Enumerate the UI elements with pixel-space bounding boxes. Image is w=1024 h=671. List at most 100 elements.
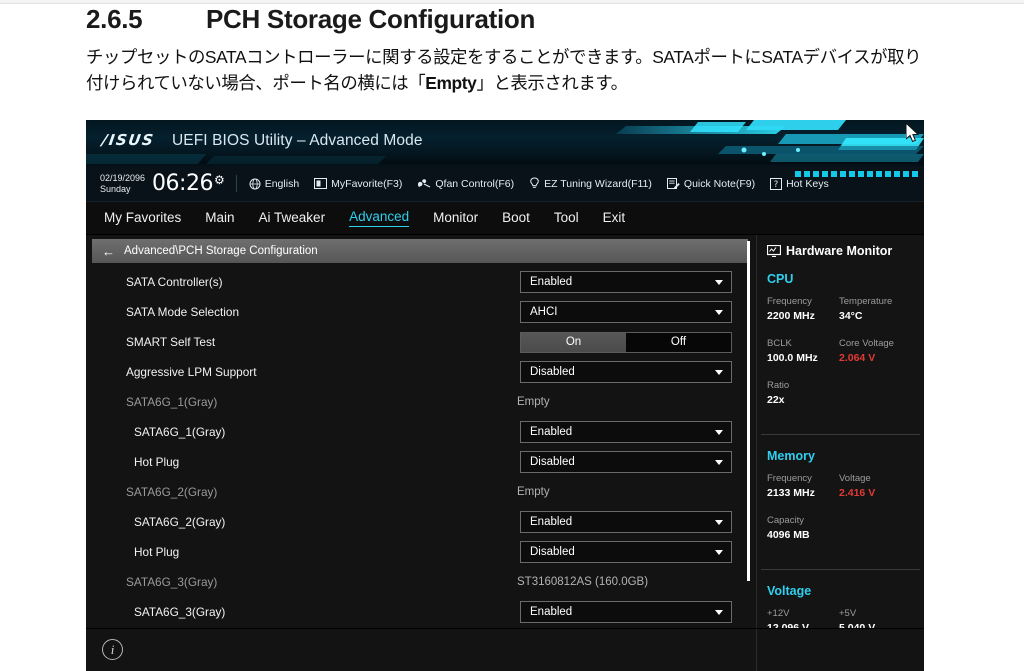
toolbar-item-qfan-control[interactable]: Qfan Control(F6) <box>417 178 514 190</box>
setting-row: SATA6G_3(Gray) Enabled <box>86 597 756 627</box>
toolbar-item-hot-keys[interactable]: ? Hot Keys <box>770 177 829 190</box>
footer-divider <box>756 629 757 671</box>
dropdown-value: Enabled <box>530 426 573 438</box>
metric-value: 4096 MB <box>767 529 810 542</box>
setting-label: Aggressive LPM Support <box>126 365 257 379</box>
setting-dropdown[interactable]: Enabled <box>520 511 732 533</box>
dropdown-value: Disabled <box>530 366 575 378</box>
setting-row: Hot Plug Disabled <box>86 447 756 477</box>
bios-toolbar: 02/19/2096 Sunday 06:26 ⚙ English MyFavo… <box>86 166 924 202</box>
toolbar-label-english: English <box>264 177 300 190</box>
toolbar-label-quick-note: Quick Note(F9) <box>683 177 756 190</box>
breadcrumb[interactable]: ← Advanced\PCH Storage Configuration <box>92 239 748 263</box>
setting-label: SATA Controller(s) <box>126 275 223 289</box>
tab-advanced[interactable]: Advanced <box>349 209 410 227</box>
setting-dropdown[interactable]: Disabled <box>520 541 732 563</box>
chevron-down-icon <box>715 519 723 525</box>
chevron-down-icon <box>715 549 723 555</box>
setting-dropdown[interactable]: Enabled <box>520 271 732 293</box>
metric-label: Frequency <box>767 296 812 307</box>
settings-list: SATA Controller(s) Enabled SATA Mode Selec… <box>86 267 756 671</box>
back-arrow-icon[interactable]: ← <box>102 245 115 258</box>
hardware-monitor-metric: Temperature 34°C <box>839 295 911 325</box>
hardware-monitor-section-title: CPU <box>767 272 794 286</box>
description-emphasis: Empty <box>425 73 477 94</box>
setting-dropdown[interactable]: Enabled <box>520 421 732 443</box>
setting-dropdown[interactable]: Disabled <box>520 361 732 383</box>
setting-label: SATA6G_2(Gray) <box>126 485 218 499</box>
tab-main[interactable]: Main <box>205 210 234 227</box>
settings-scrollbar[interactable] <box>747 241 750 581</box>
date-value: 02/19/2096 <box>100 172 146 183</box>
chevron-down-icon <box>715 459 723 465</box>
section-number: 2.6.5 <box>86 4 143 34</box>
page-root: 2.6.5 PCH Storage Configuration チップセットのS… <box>0 0 1024 671</box>
tab-tool[interactable]: Tool <box>554 210 579 227</box>
toolbar-label-myfavorite: MyFavorite(F3) <box>331 177 403 190</box>
setting-row: Aggressive LPM Support Disabled <box>86 357 756 387</box>
datetime-block: 02/19/2096 Sunday 06:26 ⚙ <box>86 171 225 196</box>
page-title: 2.6.5 PCH Storage Configuration <box>86 4 946 35</box>
setting-label: SATA6G_3(Gray) <box>126 575 218 589</box>
hardware-monitor-section: CPU Frequency 2200 MHz Temperature 34°C BCLK 1… <box>757 272 924 421</box>
metric-label: Capacity <box>767 515 804 526</box>
setting-label: SATA6G_3(Gray) <box>134 605 226 619</box>
setting-dropdown[interactable]: Enabled <box>520 601 732 623</box>
document-heading-block: 2.6.5 PCH Storage Configuration チップセットのS… <box>86 4 946 97</box>
hardware-monitor-row: BCLK 100.0 MHz Core Voltage 2.064 V <box>767 337 914 367</box>
bookmark-icon <box>314 178 328 189</box>
metric-value: 100.0 MHz <box>767 352 818 365</box>
bios-content-area: ← Advanced\PCH Storage Configuration SAT… <box>86 235 924 671</box>
hardware-monitor-metric: Core Voltage 2.064 V <box>839 337 911 367</box>
svg-text:?: ? <box>774 180 779 190</box>
metric-label: +5V <box>839 608 857 619</box>
settings-pane: ← Advanced\PCH Storage Configuration SAT… <box>86 235 756 671</box>
toggle-option-on[interactable]: On <box>521 332 626 352</box>
setting-toggle[interactable]: On Off <box>520 331 732 353</box>
tab-my-favorites[interactable]: My Favorites <box>104 210 181 227</box>
fan-icon <box>418 178 431 188</box>
hardware-monitor-row: Ratio 22x <box>767 379 914 409</box>
setting-value-text: ST3160812AS (160.0GB) <box>517 576 649 588</box>
chevron-down-icon <box>715 279 723 285</box>
tab-ai-tweaker[interactable]: Ai Tweaker <box>259 210 326 227</box>
setting-row: SATA6G_1(Gray) Empty <box>86 387 756 417</box>
mouse-cursor-icon <box>906 123 920 143</box>
hardware-monitor-sections: CPU Frequency 2200 MHz Temperature 34°C BCLK 1… <box>757 272 924 671</box>
setting-dropdown[interactable]: AHCI <box>520 301 732 323</box>
toolbar-dot-decoration <box>795 171 918 177</box>
dropdown-value: Enabled <box>530 276 573 288</box>
toolbar-label-qfan: Qfan Control(F6) <box>435 177 515 190</box>
setting-label: SATA6G_2(Gray) <box>134 515 226 529</box>
metric-label: Frequency <box>767 473 812 484</box>
globe-icon <box>249 178 261 189</box>
dropdown-value: Disabled <box>530 546 575 558</box>
info-icon[interactable]: i <box>102 639 123 660</box>
setting-dropdown[interactable]: Disabled <box>520 451 732 473</box>
bios-window: /ISUS UEFI BIOS Utility – Advanced Mode … <box>86 120 924 671</box>
toolbar-item-english[interactable]: English <box>249 178 299 190</box>
metric-label: +12V <box>767 608 790 619</box>
gear-icon[interactable]: ⚙ <box>214 173 225 187</box>
toolbar-item-quick-note[interactable]: Quick Note(F9) <box>666 177 756 190</box>
toolbar-item-myfavorite[interactable]: MyFavorite(F3) <box>314 178 402 190</box>
tab-exit[interactable]: Exit <box>603 210 626 227</box>
section-divider <box>761 569 920 570</box>
bulb-icon <box>530 177 539 188</box>
hardware-monitor-section: Memory Frequency 2133 MHz Voltage 2.416 V Cap… <box>757 449 924 556</box>
breadcrumb-label: Advanced\PCH Storage Configuration <box>124 245 318 257</box>
toggle-option-off[interactable]: Off <box>626 332 731 352</box>
hardware-monitor-metric: Ratio 22x <box>767 379 839 409</box>
toolbar-item-ez-tuning-wizard[interactable]: EZ Tuning Wizard(F11) <box>529 177 652 190</box>
weekday-value: Sunday <box>100 183 131 194</box>
tab-monitor[interactable]: Monitor <box>433 210 478 227</box>
description-line-2-post: 」と表示されます。 <box>476 73 628 94</box>
tab-boot[interactable]: Boot <box>502 210 530 227</box>
hardware-monitor-pane: Hardware Monitor CPU Frequency 2200 MHz Tem… <box>756 235 924 671</box>
setting-row: Hot Plug Disabled <box>86 537 756 567</box>
section-divider <box>761 434 920 435</box>
